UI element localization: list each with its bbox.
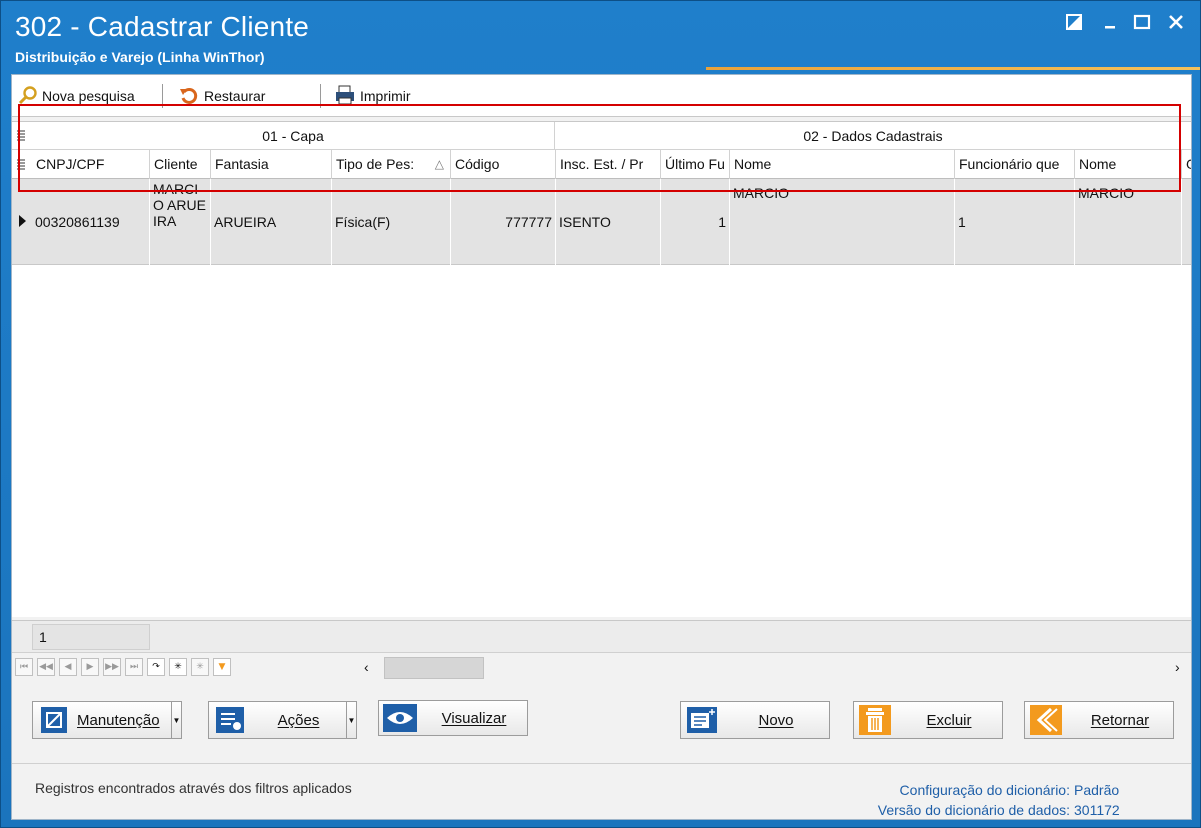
cell-cliente[interactable]: MARCIO ARUEIRA <box>150 179 211 265</box>
record-count: 1 <box>32 624 150 650</box>
title-bar: 302 - Cadastrar Cliente Distribuição e V… <box>1 1 1200 73</box>
nav-first-page-icon[interactable]: ⏮ <box>15 658 33 676</box>
col-header-codigo[interactable]: Código <box>451 150 556 179</box>
manutencao-button[interactable]: Manutenção ▼ <box>32 701 182 739</box>
restore-label: Restaurar <box>204 88 266 104</box>
horizontal-scrollbar-thumb[interactable] <box>384 657 484 679</box>
acoes-button[interactable]: Ações ▼ <box>208 701 357 739</box>
col-header-funcionario[interactable]: Funcionário que <box>955 150 1075 179</box>
cell-insc-est[interactable]: ISENTO <box>556 179 661 265</box>
excluir-button[interactable]: Excluir <box>853 701 1003 739</box>
cell-nome[interactable]: MARCIO <box>730 179 955 265</box>
cell-g[interactable] <box>1182 179 1191 265</box>
nav-refresh-icon[interactable]: ↷ <box>147 658 165 676</box>
toolbar-separator <box>162 84 163 108</box>
grid-summary-row: 1 <box>12 620 1191 652</box>
cell-tipo-pessoa[interactable]: Física(F) <box>332 179 451 265</box>
app-window: 302 - Cadastrar Cliente Distribuição e V… <box>0 0 1201 828</box>
new-search-button[interactable]: Nova pesquisa <box>18 83 135 109</box>
nav-next-record-icon[interactable]: ▶ <box>81 658 99 676</box>
status-bar: Registros encontrados através dos filtro… <box>12 763 1191 819</box>
window-title: 302 - Cadastrar Cliente <box>15 11 310 42</box>
undo-icon <box>178 84 204 109</box>
cell-funcionario[interactable]: 1 <box>955 179 1075 265</box>
status-message: Registros encontrados através dos filtro… <box>35 780 352 796</box>
trash-icon <box>854 702 896 738</box>
cell-fantasia[interactable]: ARUEIRA <box>211 179 332 265</box>
nav-filter-icon[interactable]: ▼ <box>213 658 231 676</box>
col-header-insc-est[interactable]: Insc. Est. / Pr <box>556 150 661 179</box>
col-header-tipo-pessoa[interactable]: Tipo de Pes: △ <box>332 150 451 179</box>
close-icon[interactable] <box>1167 13 1189 35</box>
new-record-icon <box>681 702 723 738</box>
sort-ascending-icon: △ <box>434 157 444 171</box>
client-grid: 01 - Capa 02 - Dados Cadastrais CNPJ/CPF… <box>12 121 1191 617</box>
col-header-ultimo-func[interactable]: Último Fu <box>661 150 730 179</box>
col-header-tipo-pessoa-label: Tipo de Pes: <box>336 156 415 172</box>
restore-window-icon[interactable] <box>1065 13 1087 35</box>
scroll-right-icon[interactable]: › <box>1175 658 1189 676</box>
toolbar-separator <box>320 84 321 108</box>
column-header-row: CNPJ/CPF Cliente Fantasia Tipo de Pes: △… <box>12 150 1191 179</box>
restore-button[interactable]: Restaurar <box>178 83 265 109</box>
nav-next-page-icon[interactable]: ▶▶ <box>103 658 121 676</box>
cell-cnpj[interactable]: 00320861139 <box>32 179 150 265</box>
retornar-button[interactable]: Retornar <box>1024 701 1174 739</box>
nav-last-page-icon[interactable]: ⏭ <box>125 658 143 676</box>
window-subtitle: Distribuição e Varejo (Linha WinThor) <box>15 49 265 65</box>
column-chooser-icon[interactable] <box>12 150 32 178</box>
acoes-label: Ações <box>277 711 320 729</box>
maximize-icon[interactable] <box>1133 13 1155 35</box>
col-header-nome-2[interactable]: Nome <box>1075 150 1182 179</box>
scroll-left-icon[interactable]: ‹ <box>364 658 378 676</box>
cell-codigo[interactable]: 777777 <box>451 179 556 265</box>
client-area: Nova pesquisa Restaurar Imprimir 01 - Ca… <box>11 74 1192 820</box>
version-label: Versão do dicionário de dados: <box>877 802 1070 818</box>
col-header-g[interactable]: G <box>1182 150 1191 179</box>
col-header-cliente[interactable]: Cliente <box>150 150 211 179</box>
cell-ultimo-func[interactable]: 1 <box>661 179 730 265</box>
nav-insert-icon[interactable]: ✳ <box>169 658 187 676</box>
retornar-label: Retornar <box>1090 711 1150 729</box>
band-indicator[interactable] <box>12 122 32 149</box>
maintenance-icon <box>33 702 75 738</box>
back-icon <box>1025 702 1067 738</box>
version-value: 301172 <box>1074 802 1120 818</box>
config-value: Padrão <box>1074 782 1120 798</box>
band-dados-cadastrais[interactable]: 02 - Dados Cadastrais <box>555 122 1191 150</box>
nav-prev-page-icon[interactable]: ◀◀ <box>37 658 55 676</box>
grid-navigator: ⏮ ◀◀ ◀ ▶ ▶▶ ⏭ ↷ ✳ ✳ ▼ ‹ › <box>12 652 1191 682</box>
cell-nome-2[interactable]: MARCIO <box>1075 179 1182 265</box>
col-header-fantasia[interactable]: Fantasia <box>211 150 332 179</box>
acoes-dropdown-icon[interactable]: ▼ <box>346 702 356 738</box>
new-search-label: Nova pesquisa <box>42 88 135 104</box>
print-label: Imprimir <box>360 88 411 104</box>
col-header-nome[interactable]: Nome <box>730 150 955 179</box>
excluir-label: Excluir <box>926 711 972 729</box>
band-header-row: 01 - Capa 02 - Dados Cadastrais <box>12 122 1191 150</box>
band-capa[interactable]: 01 - Capa <box>32 122 555 150</box>
nav-prev-record-icon[interactable]: ◀ <box>59 658 77 676</box>
minimize-icon[interactable] <box>1101 13 1123 35</box>
manutencao-label: Manutenção <box>77 711 160 729</box>
config-label: Configuração do dicionário: <box>899 782 1070 798</box>
novo-button[interactable]: Novo <box>680 701 830 739</box>
toolbar: Nova pesquisa Restaurar Imprimir <box>12 75 1191 117</box>
nav-delete-icon[interactable]: ✳ <box>191 658 209 676</box>
magnifier-icon <box>18 85 42 108</box>
manutencao-dropdown-icon[interactable]: ▼ <box>171 702 181 738</box>
print-button[interactable]: Imprimir <box>334 83 411 109</box>
table-row[interactable]: 00320861139 MARCIO ARUEIRA ARUEIRA Físic… <box>12 179 1191 265</box>
dictionary-info-values: Padrão 301172 <box>1074 780 1120 820</box>
current-row-pointer-icon <box>19 215 26 227</box>
title-accent-bar <box>706 67 1200 70</box>
dictionary-info-labels: Configuração do dicionário: Versão do di… <box>870 780 1070 820</box>
printer-icon <box>334 84 360 109</box>
actions-icon <box>209 702 251 738</box>
visualizar-label: Visualizar <box>441 709 507 727</box>
visualizar-button[interactable]: Visualizar <box>378 700 528 736</box>
novo-label: Novo <box>758 711 794 729</box>
col-header-cnpj[interactable]: CNPJ/CPF <box>32 150 150 179</box>
eye-icon <box>379 700 421 736</box>
